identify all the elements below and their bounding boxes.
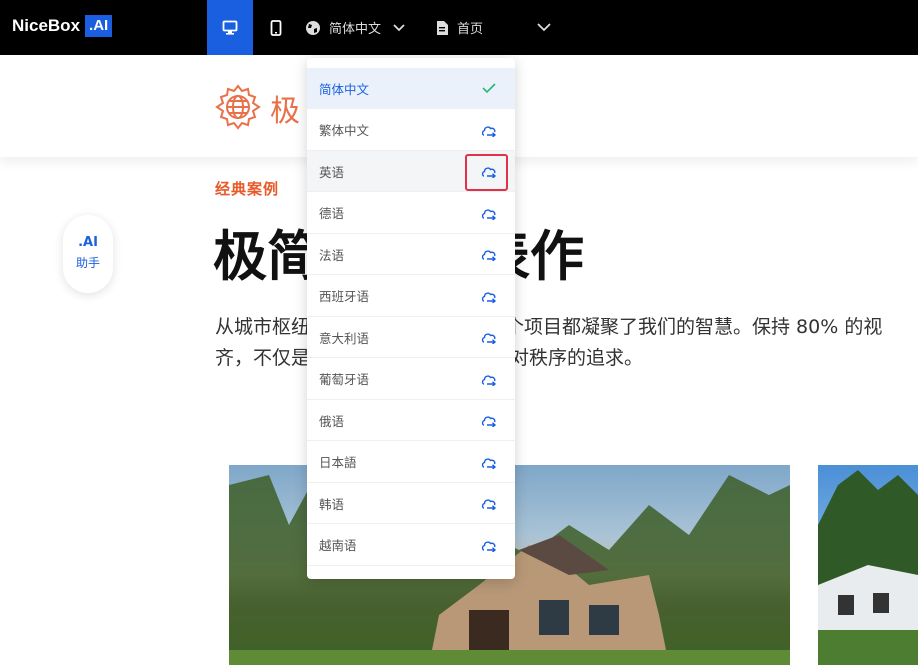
page-selector[interactable]: 首页	[436, 0, 506, 55]
language-option-label: 德语	[319, 206, 345, 221]
language-option[interactable]: 韩语	[307, 483, 515, 524]
ai-translate-icon[interactable]	[481, 496, 497, 510]
language-dropdown-menu: 简体中文繁体中文英语德语法语西班牙语意大利语葡萄牙语俄语日本語韩语越南语	[307, 58, 515, 579]
chevron-down-icon	[393, 23, 405, 31]
site-title[interactable]: 极	[270, 86, 300, 130]
ai-translate-icon[interactable]	[481, 247, 497, 261]
headline-left: 极简	[213, 225, 321, 288]
ai-translate-icon[interactable]	[481, 289, 497, 303]
language-option-label: 日本語	[319, 455, 357, 470]
top-toolbar: NiceBox .AI 简体中文 首页	[0, 0, 918, 55]
mobile-icon	[270, 19, 282, 36]
house-illustration-2	[818, 470, 918, 665]
language-option[interactable]: 德语	[307, 193, 515, 234]
language-option-label: 简体中文	[319, 81, 370, 97]
language-option[interactable]: 意大利语	[307, 317, 515, 358]
language-option-label: 越南语	[319, 538, 357, 553]
language-option[interactable]: 简体中文	[307, 68, 515, 109]
mobile-view-button[interactable]	[262, 0, 290, 55]
document-icon	[437, 20, 448, 35]
language-option-label: 繁体中文	[319, 123, 370, 138]
language-option[interactable]: 繁体中文	[307, 110, 515, 151]
ai-assistant-badge: .AI	[78, 235, 98, 250]
brand-badge: .AI	[85, 15, 113, 37]
language-option[interactable]: 俄语	[307, 400, 515, 441]
page-selector-label: 首页	[457, 22, 484, 37]
brand-name: NiceBox	[12, 16, 81, 35]
highlight-box	[465, 154, 508, 191]
language-option[interactable]: 葡萄牙语	[307, 359, 515, 400]
gear-globe-logo-icon[interactable]	[214, 83, 262, 131]
language-option-label: 英语	[319, 164, 345, 180]
language-option-label: 俄语	[319, 413, 345, 429]
language-selector-label: 简体中文	[329, 22, 382, 37]
brand-logo[interactable]: NiceBox .AI	[12, 15, 113, 37]
ai-translate-icon[interactable]	[481, 206, 497, 220]
ai-translate-icon[interactable]	[481, 455, 497, 469]
language-option-label: 法语	[319, 247, 345, 263]
house-photo-2	[818, 465, 918, 665]
language-selector[interactable]: 简体中文	[305, 0, 423, 55]
language-option-label: 葡萄牙语	[319, 372, 370, 387]
language-option[interactable]: 日本語	[307, 442, 515, 483]
language-option[interactable]: 越南语	[307, 525, 515, 566]
ai-translate-icon[interactable]	[481, 372, 497, 386]
section-eyebrow: 经典案例	[215, 180, 280, 198]
chevron-down-icon	[537, 23, 551, 32]
ai-assistant-label: 助手	[75, 256, 100, 270]
ai-assistant-button[interactable]: .AI 助手	[63, 215, 113, 293]
more-dropdown-button[interactable]	[532, 0, 556, 55]
desktop-view-button[interactable]	[207, 0, 253, 55]
language-option[interactable]: 法语	[307, 234, 515, 275]
ai-translate-icon[interactable]	[481, 538, 497, 552]
ai-translate-icon[interactable]	[481, 123, 497, 137]
ai-translate-icon[interactable]	[481, 413, 497, 427]
language-option-label: 韩语	[319, 496, 345, 512]
language-option-label: 西班牙语	[319, 289, 370, 304]
globe-icon	[306, 20, 320, 35]
desktop-icon	[222, 20, 238, 35]
language-option-label: 意大利语	[319, 330, 370, 346]
ai-translate-icon[interactable]	[481, 330, 497, 344]
check-icon	[482, 83, 496, 94]
language-option[interactable]: 西班牙语	[307, 276, 515, 317]
